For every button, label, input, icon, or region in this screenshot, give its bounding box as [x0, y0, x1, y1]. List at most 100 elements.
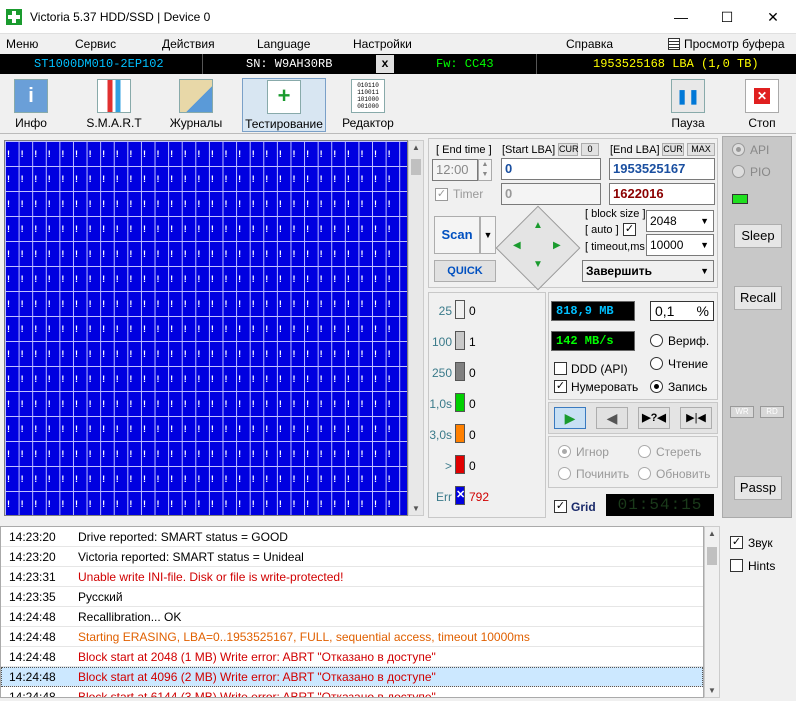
log-message: Starting ERASING, LBA=0..1953525167, FUL…	[78, 630, 530, 644]
log-row[interactable]: 14:24:48 Block start at 6144 (3 MB) Write…	[1, 687, 703, 697]
timeout-select[interactable]: 10000 ▼	[646, 234, 714, 256]
maximize-button[interactable]: ☐	[704, 0, 750, 34]
block-size-select[interactable]: 2048 ▼	[646, 210, 714, 232]
quick-button[interactable]: QUICK	[434, 260, 496, 282]
end-max-button[interactable]: MAX	[687, 143, 715, 156]
chevron-down-icon: ▼	[700, 240, 709, 250]
minimize-button[interactable]: —	[658, 0, 704, 34]
log-row[interactable]: 14:23:20 Victoria reported: SMART status …	[1, 547, 703, 567]
menu-item-settings[interactable]: Настройки	[353, 37, 412, 51]
toolbar-info-label: Инфо	[15, 116, 47, 130]
write-radio[interactable]	[650, 380, 663, 393]
log-time: 14:23:20	[9, 530, 56, 544]
sleep-button[interactable]: Sleep	[734, 224, 782, 248]
pause-button[interactable]: ❚❚ Пауза	[664, 78, 712, 132]
end-time-spinner[interactable]: ▲ ▼	[478, 159, 492, 181]
log-row[interactable]: 14:24:48 Block start at 2048 (1 MB) Write…	[1, 647, 703, 667]
eject-button[interactable]: x	[376, 55, 394, 73]
passp-button[interactable]: Passp	[734, 476, 782, 500]
grid-checkbox[interactable]: ✓	[554, 500, 567, 513]
arrow-up-icon[interactable]: ▲	[533, 220, 543, 231]
read-radio[interactable]	[650, 357, 663, 370]
api-radio[interactable]	[732, 143, 745, 156]
speed-display: 142 MB/s	[551, 331, 635, 351]
auto-label: [ auto ]	[585, 224, 619, 236]
stop-button[interactable]: ✕ Стоп	[738, 78, 786, 132]
log-message: Unable write INI-file. Disk or file is w…	[78, 570, 344, 584]
toolbar-editor-button[interactable]: 010110 110011 101000 001000 Редактор	[338, 78, 398, 132]
numerate-checkbox[interactable]: ✓	[554, 380, 567, 393]
test-icon: +	[267, 80, 301, 114]
block-error-marks: !!!!!!!!!!!!!!!!!!!!!!!!!!!!!!!!!!!!!!!!…	[7, 149, 391, 509]
journal-icon	[179, 79, 213, 113]
end-time-input[interactable]: 12:00	[432, 159, 478, 181]
refresh-radio[interactable]	[638, 467, 651, 480]
timer-checkbox[interactable]: ✓	[435, 188, 448, 201]
arrow-right-icon[interactable]: ▶	[553, 240, 561, 251]
end-lba-input[interactable]: 1953525167	[609, 158, 715, 180]
erase-radio[interactable]	[638, 445, 651, 458]
ignore-radio[interactable]	[558, 445, 571, 458]
log-row[interactable]: 14:24:48 Starting ERASING, LBA=0..1953525…	[1, 627, 703, 647]
finish-action-select[interactable]: Завершить ▼	[582, 260, 714, 282]
start-zero-button[interactable]: 0	[581, 143, 599, 156]
pause-icon: ❚❚	[671, 79, 705, 113]
current-lba-display: 1622016	[609, 183, 715, 205]
verify-radio[interactable]	[650, 334, 663, 347]
menu-item-service[interactable]: Сервис	[75, 37, 116, 51]
menu-item-language[interactable]: Language	[257, 37, 310, 51]
menu-item-buffer-view[interactable]: Просмотр буфера	[684, 37, 785, 51]
end-cur-button[interactable]: CUR	[662, 143, 684, 156]
scroll-down-icon[interactable]: ▼	[412, 504, 420, 513]
log-message: Block start at 2048 (1 MB) Write error: …	[78, 650, 436, 664]
arrow-left-icon[interactable]: ◀	[513, 240, 521, 251]
scan-dropdown-icon[interactable]: ▼	[480, 216, 496, 254]
start-lba-input[interactable]: 0	[501, 158, 601, 180]
toolbar-smart-button[interactable]: S.M.A.R.T	[84, 78, 144, 132]
status-led	[732, 194, 748, 204]
log-row[interactable]: 14:23:20 Drive reported: SMART status = G…	[1, 527, 703, 547]
pio-label: PIO	[750, 165, 771, 179]
pio-radio[interactable]	[732, 165, 745, 178]
menu-item-actions[interactable]: Действия	[162, 37, 215, 51]
butterfly-button[interactable]: ▶|◀	[680, 407, 712, 429]
rd-indicator: RD	[760, 406, 784, 418]
play-backward-button[interactable]: ◀	[596, 407, 628, 429]
recall-button[interactable]: Recall	[734, 286, 782, 310]
close-button[interactable]: ✕	[750, 0, 796, 34]
legend-label: 250	[431, 366, 452, 380]
log-row[interactable]: 14:24:48 Block start at 4096 (2 MB) Write…	[1, 667, 703, 687]
log-scrollbar[interactable]: ▲ ▼	[704, 526, 720, 698]
ddd-checkbox[interactable]	[554, 362, 567, 375]
erase-label: Стереть	[656, 445, 702, 459]
grid-scrollbar[interactable]: ▲ ▼	[408, 140, 424, 516]
menu-item-menu[interactable]: Меню	[6, 37, 38, 51]
start-cur-button[interactable]: CUR	[558, 143, 579, 156]
stop-icon: ✕	[745, 79, 779, 113]
toolbar-smart-label: S.M.A.R.T	[86, 116, 142, 130]
repair-radio[interactable]	[558, 467, 571, 480]
hints-label: Hints	[748, 559, 776, 573]
legend-swatch	[455, 331, 465, 350]
scroll-up-icon[interactable]: ▲	[412, 143, 420, 152]
sound-checkbox[interactable]: ✓	[730, 536, 743, 549]
timer-input[interactable]: 0	[501, 183, 601, 205]
random-seek-button[interactable]: ▶?◀	[638, 407, 670, 429]
scroll-down-icon[interactable]: ▼	[708, 686, 716, 695]
scroll-up-icon[interactable]: ▲	[708, 529, 716, 538]
toolbar-journals-button[interactable]: Журналы	[166, 78, 226, 132]
arrow-down-icon[interactable]: ▼	[533, 259, 543, 270]
log-row[interactable]: 14:24:48 Recallibration... OK	[1, 607, 703, 627]
menu-item-help[interactable]: Справка	[566, 37, 613, 51]
log-row[interactable]: 14:23:31 Unable write INI-file. Disk or f…	[1, 567, 703, 587]
hints-checkbox[interactable]	[730, 559, 743, 572]
pause-label: Пауза	[671, 116, 705, 130]
log-row[interactable]: 14:23:35 Русский	[1, 587, 703, 607]
toolbar-testing-button[interactable]: + Тестирование	[242, 78, 326, 132]
sound-label: Звук	[748, 536, 773, 550]
toolbar-info-button[interactable]: i Инфо	[6, 78, 56, 132]
play-forward-button[interactable]: ▶	[554, 407, 586, 429]
auto-checkbox[interactable]: ✓	[623, 223, 636, 236]
scan-button[interactable]: Scan	[434, 216, 480, 254]
window-title: Victoria 5.37 HDD/SSD | Device 0	[30, 10, 211, 24]
